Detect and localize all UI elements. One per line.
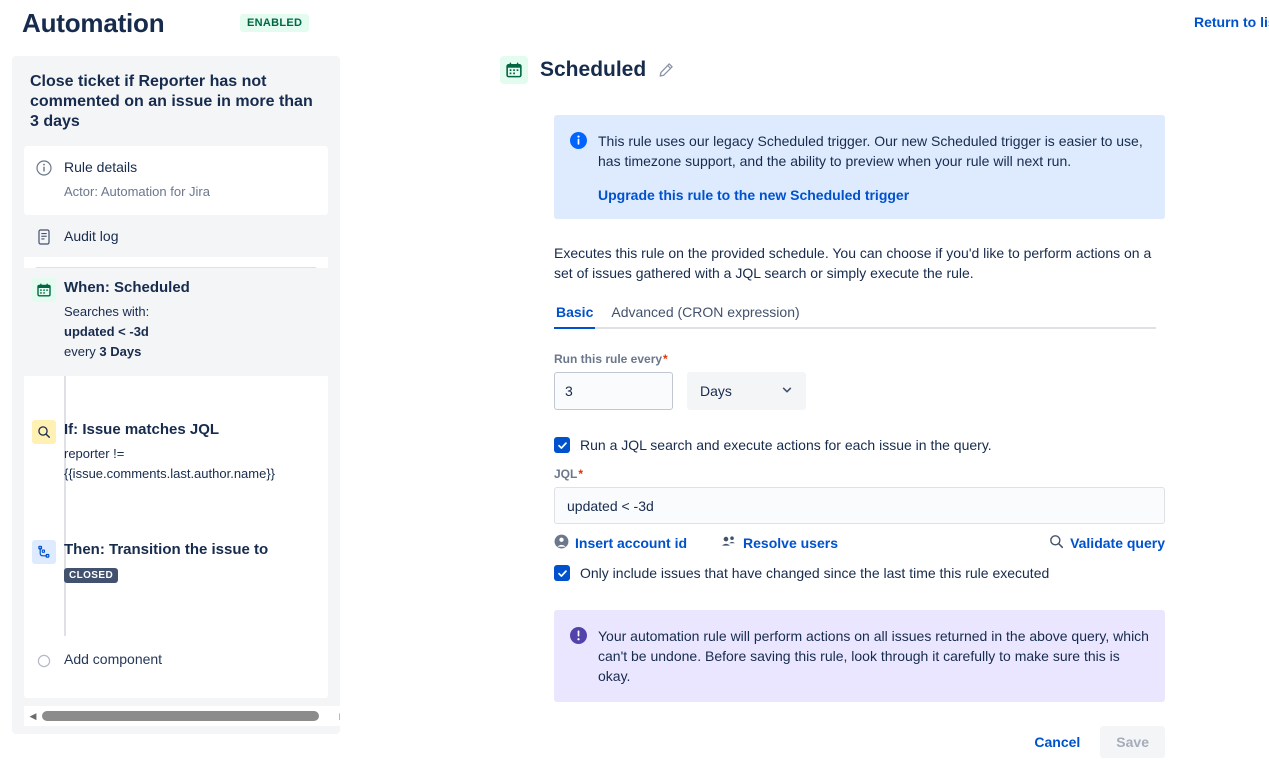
person-icon [554,534,569,552]
interval-unit-value: Days [700,383,732,399]
changed-only-checkbox-label: Only include issues that have changed si… [580,565,1050,581]
sidebar-divider-wrap [24,257,328,268]
scroll-right-arrow-icon[interactable]: ▶ [334,711,341,722]
flow-step-if-jql[interactable]: If: Issue matches JQL reporter != {{issu… [24,410,328,484]
changed-only-checkbox[interactable] [554,565,570,581]
validate-query-label: Validate query [1070,535,1165,551]
resolve-users-label: Resolve users [743,535,838,551]
rule-details-actor: Actor: Automation for Jira [64,184,210,199]
interval-inputs: Days [554,372,1200,410]
resolve-users-link[interactable]: Resolve users [721,534,838,552]
tab-advanced-cron[interactable]: Advanced (CRON expression) [609,304,801,327]
step-then-title: Then: Transition the issue to [64,541,269,558]
legacy-trigger-info-banner: This rule uses our legacy Scheduled trig… [554,115,1165,219]
tab-basic[interactable]: Basic [554,304,596,329]
form-actions: Cancel Save [554,726,1165,758]
jql-search-checkbox-label: Run a JQL search and execute actions for… [580,437,992,453]
step-when-title: When: Scheduled [64,279,190,296]
jql-field-label: JQL* [554,467,1200,481]
jql-tool-links: Insert account id Resolve users Validate… [554,534,1165,552]
warning-icon [570,626,598,686]
calendar-icon [32,278,56,302]
people-icon [721,534,737,552]
interval-required-mark: * [663,352,668,366]
rule-flow: When: Scheduled Searches with: updated <… [24,268,328,698]
calendar-icon [500,56,528,84]
branch-icon [32,540,56,564]
upgrade-trigger-link[interactable]: Upgrade this rule to the new Scheduled t… [598,187,1149,203]
step-when-every-prefix: every [64,344,100,359]
schedule-mode-tabs: Basic Advanced (CRON expression) [554,304,1156,329]
interval-label-text: Run this rule every [554,352,663,366]
chevron-down-icon [781,383,793,399]
add-component-label: Add component [64,651,163,667]
warning-banner-text: Your automation rule will perform action… [598,628,1149,684]
info-circle-icon [24,158,64,176]
sidebar-panel: Rule details Actor: Automation for Jira [24,146,328,215]
insert-account-id-label: Insert account id [575,535,688,551]
destructive-action-warning-banner: Your automation rule will perform action… [554,610,1165,702]
add-component-button[interactable]: Add component [24,639,328,673]
step-if-detail: reporter != {{issue.comments.last.author… [64,444,320,484]
step-then-status-lozenge: CLOSED [64,568,119,583]
flow-step-then-transition[interactable]: Then: Transition the issue to CLOSED [24,530,328,583]
jql-required-mark: * [578,467,584,481]
page-header: Automation ENABLED Return to list [0,0,1269,48]
flow-step-when-scheduled[interactable]: When: Scheduled Searches with: updated <… [24,268,328,376]
save-button[interactable]: Save [1100,726,1165,758]
audit-log-label: Audit log [64,228,119,244]
cancel-button[interactable]: Cancel [1024,726,1090,758]
pencil-icon[interactable] [658,62,674,78]
jql-label-text: JQL [554,467,578,481]
step-when-detail-line3: every 3 Days [64,342,320,362]
validate-query-link[interactable]: Validate query [1049,534,1165,552]
rule-name: Close ticket if Reporter has not comment… [30,73,313,130]
document-icon [24,227,64,245]
info-icon [570,131,598,203]
step-when-detail-line1: Searches with: [64,304,150,319]
trigger-header: Scheduled [500,56,1200,84]
search-icon [32,420,56,444]
page-title: Automation [22,8,165,38]
step-when-detail-line2: updated < -3d [64,324,149,339]
jql-input[interactable] [554,487,1165,524]
changed-only-checkbox-row[interactable]: Only include issues that have changed si… [554,565,1200,581]
trigger-description: Executes this rule on the provided sched… [554,245,1152,281]
step-if-detail-line1: reporter != [64,446,125,461]
sidebar-item-rule-details[interactable]: Rule details Actor: Automation for Jira [24,146,328,215]
step-when-every-value: 3 Days [99,344,142,359]
info-banner-text: This rule uses our legacy Scheduled trig… [598,133,1143,169]
search-icon [1049,534,1064,552]
trigger-title: Scheduled [540,58,647,81]
step-if-detail-line2: {{issue.comments.last.author.name}} [64,466,276,481]
insert-account-id-link[interactable]: Insert account id [554,534,687,552]
return-to-list-link[interactable]: Return to list [1194,14,1269,30]
sidebar-horizontal-scrollbar[interactable]: ◀ ▶ [24,706,340,726]
step-when-detail: Searches with: updated < -3d every 3 Day… [64,302,320,362]
automation-rule-page: Automation ENABLED Return to list Close … [0,0,1269,762]
scrollbar-track[interactable] [42,710,334,722]
status-badge: ENABLED [240,14,310,32]
trigger-detail-panel: Scheduled This rule uses our legacy Sche… [500,56,1200,758]
sidebar-item-audit-log[interactable]: Audit log [24,215,328,257]
interval-label: Run this rule every* [554,352,1200,366]
jql-search-checkbox-row[interactable]: Run a JQL search and execute actions for… [554,437,1200,453]
rule-details-title: Rule details [64,159,138,175]
scrollbar-thumb[interactable] [42,711,320,721]
rule-sidebar: Close ticket if Reporter has not comment… [12,56,340,734]
jql-search-checkbox[interactable] [554,437,570,453]
step-if-title: If: Issue matches JQL [64,421,220,438]
interval-value-input[interactable] [554,372,673,410]
interval-unit-select[interactable]: Days [687,372,806,410]
scroll-left-arrow-icon[interactable]: ◀ [24,711,42,722]
circle-plus-icon [32,649,56,673]
